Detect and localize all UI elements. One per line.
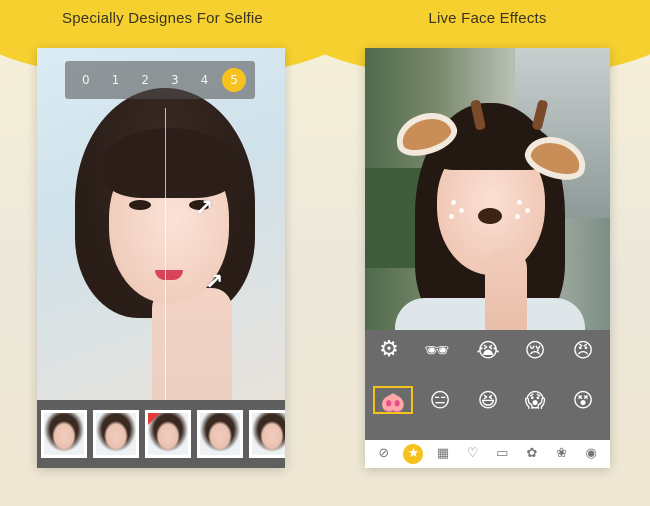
left-caption: Specially Designes For Selfie (62, 10, 263, 27)
level-4[interactable]: 4 (192, 68, 216, 92)
effects-grid: ⚙ 🕶 😭 😢 😠 🐽 😑 😆 😱 😵 (365, 330, 610, 440)
effect-dizzy-eyes[interactable]: 😵 (563, 386, 603, 414)
freckle (525, 208, 530, 213)
gear-icon[interactable]: ⚙ (377, 338, 401, 362)
effect-fighting-glasses[interactable]: 🕶 (417, 336, 457, 364)
right-promo-panel: Live Face Effects ⚙ 🕶 😭 😢 😠 🐽 😑 😆 😱 😵 ⊘ … (325, 0, 650, 506)
thumbnail-image (252, 413, 285, 455)
tab-hearts[interactable]: ♡ (463, 444, 483, 464)
freckle (515, 214, 520, 219)
tab-favorites[interactable]: ★ (403, 444, 424, 464)
effect-angry-eyes[interactable]: 😠 (563, 336, 603, 364)
thumbnail-image (44, 413, 84, 455)
freckle (517, 200, 522, 205)
tab-masks[interactable]: ◉ (581, 444, 601, 464)
beauty-level-selector: 0 1 2 3 4 5 (65, 61, 255, 99)
live-camera-view (365, 48, 610, 338)
level-1[interactable]: 1 (103, 68, 127, 92)
tab-none[interactable]: ⊘ (374, 444, 394, 464)
thumbnail-image (96, 413, 136, 455)
face-effects-phone-screen: ⚙ 🕶 😭 😢 😠 🐽 😑 😆 😱 😵 ⊘ ★ ▦ ♡ ▭ ✿ ❀ ◉ (365, 48, 610, 468)
filter-thumbnail-strip (37, 400, 285, 468)
neck (152, 288, 232, 408)
filter-thumbnail[interactable] (93, 410, 139, 458)
effect-crying-eyes[interactable]: 😭 (468, 336, 508, 364)
effect-shocked-face[interactable]: 😱 (515, 386, 555, 414)
tab-frames[interactable]: ▦ (433, 444, 453, 464)
arrow-icon: ↗ (195, 196, 214, 221)
selfie-phone-screen: ↗ ↗ 0 1 2 3 4 5 (37, 48, 285, 468)
tab-stickers[interactable]: ▭ (492, 444, 512, 464)
tab-cute[interactable]: ❀ (552, 444, 572, 464)
level-2[interactable]: 2 (133, 68, 157, 92)
level-0[interactable]: 0 (74, 68, 98, 92)
thumbnail-image (200, 413, 240, 455)
effect-teary-eyes[interactable]: 😢 (515, 336, 555, 364)
hand (485, 248, 527, 338)
filter-thumbnail[interactable] (145, 410, 191, 458)
filter-thumbnail[interactable] (41, 410, 87, 458)
level-5[interactable]: 5 (222, 68, 247, 92)
filter-thumbnail[interactable] (197, 410, 243, 458)
freckle (459, 208, 464, 213)
filter-thumbnail[interactable] (249, 410, 285, 458)
new-badge-icon (148, 413, 160, 425)
effect-sleepy-eyes[interactable]: 😑 (420, 386, 460, 414)
freckle (449, 214, 454, 219)
before-after-divider (165, 108, 166, 400)
effect-pig-nose[interactable]: 🐽 (373, 386, 413, 414)
freckle (451, 200, 456, 205)
selfie-photo: ↗ ↗ 0 1 2 3 4 5 (37, 48, 285, 408)
effect-emoji-faces[interactable]: 😆 (468, 386, 508, 414)
level-3[interactable]: 3 (163, 68, 187, 92)
deer-nose-icon (478, 208, 502, 224)
arrow-icon: ↗ (205, 270, 224, 295)
right-caption: Live Face Effects (428, 10, 547, 27)
bangs (103, 128, 235, 198)
left-promo-panel: Specially Designes For Selfie ↗ ↗ 0 1 2 … (0, 0, 325, 506)
left-eye (129, 200, 151, 210)
tab-flowers[interactable]: ✿ (522, 444, 542, 464)
effect-category-tabs: ⊘ ★ ▦ ♡ ▭ ✿ ❀ ◉ (365, 440, 610, 468)
